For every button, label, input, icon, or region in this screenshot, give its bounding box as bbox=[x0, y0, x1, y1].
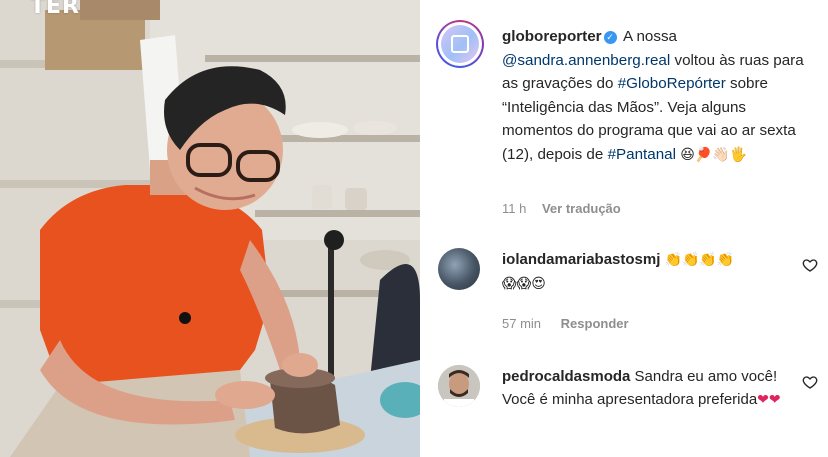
video-frame bbox=[0, 0, 420, 457]
author-username[interactable]: globoreporter bbox=[502, 28, 602, 45]
comment-time[interactable]: 57 min bbox=[502, 316, 541, 331]
caption-mention[interactable]: @sandra.annenberg.real bbox=[502, 52, 670, 69]
reply-button[interactable]: Responder bbox=[561, 316, 629, 331]
verified-badge-icon: ✓ bbox=[603, 31, 617, 44]
post-caption: globoreporter ✓ A nossa @sandra.annenberg… bbox=[502, 25, 818, 168]
scroll-fade bbox=[420, 433, 828, 457]
post-side-panel: globoreporter ✓ A nossa @sandra.annenberg… bbox=[420, 0, 828, 457]
comment-emojis-line1: 👏👏👏👏 bbox=[664, 252, 735, 268]
post-time[interactable]: 11 h bbox=[502, 201, 526, 216]
caption-emojis: 😆🏓👋🏻🖐 bbox=[680, 146, 748, 163]
heart-outline-icon[interactable] bbox=[802, 257, 818, 273]
post-media[interactable]: TER bbox=[0, 0, 420, 457]
caption-hashtag-globoreporter[interactable]: #GloboRepórter bbox=[618, 75, 726, 92]
video-watermark: TER bbox=[30, 0, 80, 19]
comment-emojis-line2: 😱😱😍 bbox=[502, 276, 546, 292]
commenter-avatar[interactable] bbox=[438, 248, 480, 290]
comment-text: iolandamariabastosmj 👏👏👏👏 😱😱😍 bbox=[502, 248, 792, 296]
comment-meta: 57 min Responder bbox=[502, 316, 629, 331]
commenter-avatar[interactable] bbox=[438, 365, 480, 407]
post-meta: 11 h Ver tradução bbox=[502, 201, 621, 216]
comment-text: pedrocaldasmoda Sandra eu amo você! Você… bbox=[502, 365, 792, 412]
author-avatar[interactable] bbox=[436, 20, 484, 68]
commenter-username[interactable]: pedrocaldasmoda bbox=[502, 368, 630, 385]
see-translation-button[interactable]: Ver tradução bbox=[542, 201, 621, 216]
caption-hashtag-pantanal[interactable]: #Pantanal bbox=[608, 146, 676, 163]
comment-emojis: ❤❤ bbox=[757, 392, 781, 408]
globo-logo-icon bbox=[441, 25, 479, 63]
heart-outline-icon[interactable] bbox=[802, 374, 818, 390]
commenter-username[interactable]: iolandamariabastosmj bbox=[502, 251, 660, 268]
caption-text-a: A nossa bbox=[622, 28, 678, 45]
